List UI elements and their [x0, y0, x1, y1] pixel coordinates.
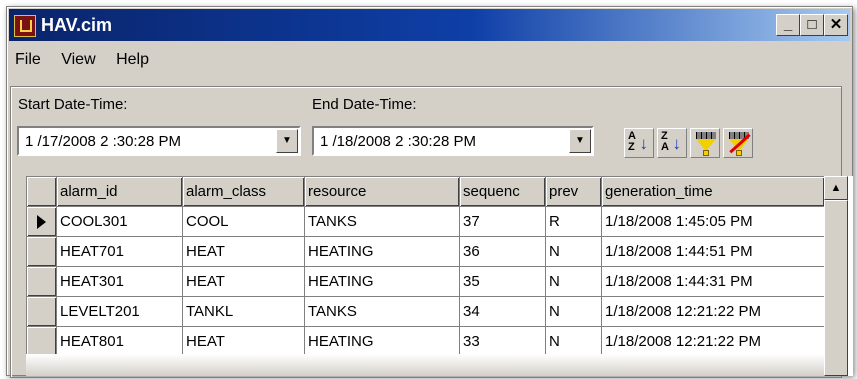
cell-prev[interactable]: N	[545, 296, 602, 327]
start-date-dropdown-icon[interactable]: ▼	[276, 129, 298, 153]
cell-sequence[interactable]: 35	[459, 266, 546, 297]
row-selector[interactable]	[26, 236, 57, 267]
cell-resource[interactable]: HEATING	[304, 236, 460, 267]
cell-alarm-id[interactable]: HEAT801	[56, 326, 183, 357]
row-selector[interactable]	[26, 206, 57, 237]
start-date-label: Start Date-Time:	[18, 96, 128, 113]
cell-prev[interactable]: N	[545, 266, 602, 297]
cell-prev[interactable]: N	[545, 326, 602, 357]
column-header-alarm-class[interactable]: alarm_class	[182, 176, 305, 207]
current-row-pointer-icon	[37, 215, 46, 230]
title-bar[interactable]: HAV.cim _ □ ✕	[9, 9, 850, 41]
cell-resource[interactable]: TANKS	[304, 296, 460, 327]
filter-button[interactable]	[690, 128, 720, 158]
scroll-thumb[interactable]	[824, 200, 848, 376]
cell-alarm-id[interactable]: HEAT301	[56, 266, 183, 297]
cell-generation-time[interactable]: 1/18/2008 12:21:22 PM	[601, 296, 825, 327]
scroll-up-icon[interactable]: ▲	[824, 176, 848, 200]
cell-prev[interactable]: N	[545, 236, 602, 267]
cell-resource[interactable]: TANKS	[304, 206, 460, 237]
cell-sequence[interactable]: 36	[459, 236, 546, 267]
column-header-generation-time[interactable]: generation_time	[601, 176, 825, 207]
cell-alarm-class[interactable]: TANKL	[182, 296, 305, 327]
menu-help[interactable]: Help	[110, 47, 159, 69]
grid-bottom-edge	[26, 354, 824, 376]
sort-asc-bottom-letter: Z	[628, 141, 635, 153]
minimize-button[interactable]: _	[776, 14, 800, 36]
maximize-button[interactable]: □	[800, 14, 824, 36]
table-row[interactable]: HEAT801 HEAT HEATING 33 N 1/18/2008 12:2…	[26, 326, 825, 357]
menu-view[interactable]: View	[55, 47, 105, 69]
header-row: alarm_id alarm_class resource sequenc pr…	[26, 176, 825, 207]
menu-file[interactable]: File	[9, 47, 51, 69]
column-header-prev[interactable]: prev	[545, 176, 602, 207]
start-date-value[interactable]: 1 /17/2008 2 :30:28 PM	[25, 133, 181, 150]
end-date-combo[interactable]: 1 /18/2008 2 :30:28 PM ▼	[312, 126, 594, 156]
cell-prev[interactable]: R	[545, 206, 602, 237]
sort-descending-icon: Z A	[661, 131, 669, 153]
sort-desc-bottom-letter: A	[661, 141, 669, 153]
sort-desc-arrow: ↓	[672, 134, 682, 153]
row-selector[interactable]	[26, 326, 57, 357]
cell-alarm-class[interactable]: HEAT	[182, 266, 305, 297]
cell-generation-time[interactable]: 1/18/2008 1:44:51 PM	[601, 236, 825, 267]
table-row[interactable]: COOL301 COOL TANKS 37 R 1/18/2008 1:45:0…	[26, 206, 825, 237]
cell-sequence[interactable]: 33	[459, 326, 546, 357]
cell-alarm-id[interactable]: COOL301	[56, 206, 183, 237]
table-row[interactable]: HEAT301 HEAT HEATING 35 N 1/18/2008 1:44…	[26, 266, 825, 297]
table-row[interactable]: LEVELT201 TANKL TANKS 34 N 1/18/2008 12:…	[26, 296, 825, 327]
cell-resource[interactable]: HEATING	[304, 266, 460, 297]
row-selector[interactable]	[26, 266, 57, 297]
row-selector-header[interactable]	[26, 176, 57, 207]
cell-alarm-id[interactable]: HEAT701	[56, 236, 183, 267]
row-selector[interactable]	[26, 296, 57, 327]
app-icon[interactable]	[14, 15, 36, 37]
cell-alarm-class[interactable]: HEAT	[182, 236, 305, 267]
window-title: HAV.cim	[41, 15, 113, 35]
column-header-alarm-id[interactable]: alarm_id	[56, 176, 183, 207]
cell-resource[interactable]: HEATING	[304, 326, 460, 357]
sort-ascending-button[interactable]: A Z ↓	[624, 128, 654, 158]
clear-filter-button[interactable]	[723, 128, 753, 158]
close-button[interactable]: ✕	[824, 14, 848, 36]
column-header-sequence[interactable]: sequenc	[459, 176, 546, 207]
end-date-dropdown-icon[interactable]: ▼	[569, 129, 591, 153]
alarm-table: alarm_id alarm_class resource sequenc pr…	[26, 176, 825, 357]
start-date-combo[interactable]: 1 /17/2008 2 :30:28 PM ▼	[17, 126, 301, 156]
cell-sequence[interactable]: 34	[459, 296, 546, 327]
cell-generation-time[interactable]: 1/18/2008 12:21:22 PM	[601, 326, 825, 357]
vertical-scrollbar[interactable]: ▲	[824, 176, 848, 376]
sort-ascending-icon: A Z	[628, 131, 636, 153]
alarm-grid: alarm_id alarm_class resource sequenc pr…	[26, 176, 853, 376]
column-header-resource[interactable]: resource	[304, 176, 460, 207]
cell-alarm-class[interactable]: COOL	[182, 206, 305, 237]
menu-bar: File View Help	[9, 47, 159, 73]
end-date-label: End Date-Time:	[312, 96, 417, 113]
end-date-value[interactable]: 1 /18/2008 2 :30:28 PM	[320, 133, 476, 150]
cell-generation-time[interactable]: 1/18/2008 1:45:05 PM	[601, 206, 825, 237]
table-row[interactable]: HEAT701 HEAT HEATING 36 N 1/18/2008 1:44…	[26, 236, 825, 267]
cell-generation-time[interactable]: 1/18/2008 1:44:31 PM	[601, 266, 825, 297]
cell-alarm-class[interactable]: HEAT	[182, 326, 305, 357]
cell-alarm-id[interactable]: LEVELT201	[56, 296, 183, 327]
sort-asc-arrow: ↓	[639, 134, 649, 153]
cell-sequence[interactable]: 37	[459, 206, 546, 237]
sort-descending-button[interactable]: Z A ↓	[657, 128, 687, 158]
